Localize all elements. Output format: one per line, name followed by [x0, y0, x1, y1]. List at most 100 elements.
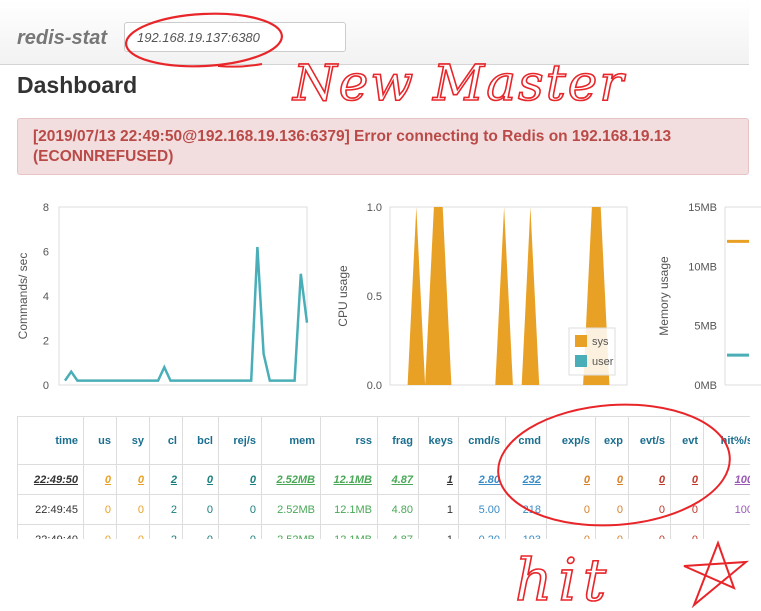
table-cell: 0 — [116, 494, 150, 525]
column-header-14[interactable]: evt/s — [628, 417, 671, 465]
table-cell: 0 — [83, 524, 117, 539]
y-axis-label: CPU usage — [336, 265, 350, 327]
page-title: Dashboard — [17, 72, 138, 98]
table-cell[interactable]: 0 — [546, 464, 596, 495]
column-header-7[interactable]: rss — [320, 417, 378, 465]
table-cell: 0 — [670, 524, 704, 539]
table-cell[interactable]: 0 — [116, 464, 150, 495]
stats-table: time us sy cl bcl rej/s mem rss frag keys cmd/s cmd… — [18, 417, 750, 539]
table-row: 22:49:40002002.52MB12.1MB4.8710.20193000… — [18, 524, 750, 539]
table-cell: 0 — [83, 494, 117, 525]
y-tick-label: 8 — [43, 202, 49, 214]
legend-swatch-user — [575, 355, 587, 367]
table-cell[interactable]: 100 — [703, 464, 750, 495]
table-cell[interactable]: 0 — [218, 464, 262, 495]
table-cell: 0 — [116, 524, 150, 539]
table-cell: 0 — [182, 494, 219, 525]
y-tick-label: 2 — [43, 336, 49, 348]
table-cell: 0 — [218, 524, 262, 539]
table-cell: 22:49:45 — [18, 494, 84, 525]
table-cell[interactable]: 0 — [83, 464, 117, 495]
navbar: redis-stat — [0, 0, 749, 65]
table-cell[interactable]: 22:49:50 — [18, 464, 84, 495]
column-header-4[interactable]: bcl — [182, 417, 219, 465]
table-row[interactable]: 22:49:50 0 0 2 0 0 2.52MB 12.1MB 4.87 1 2.80 232 0 0 0… — [18, 464, 750, 495]
column-header-3[interactable]: cl — [149, 417, 183, 465]
commands-line — [63, 246, 309, 382]
y-tick-label: 0MB — [694, 380, 717, 392]
table-cell: 4.87 — [377, 524, 419, 539]
legend-swatch-sys — [575, 335, 587, 347]
y-tick-label: 5MB — [694, 321, 717, 333]
column-header-1[interactable]: us — [83, 417, 117, 465]
annotation-star-icon — [683, 540, 750, 609]
cpu-usage-chart: CPU usage 0.0 0.5 1.0 sys user — [336, 202, 628, 392]
column-header-16[interactable]: hit%/s — [703, 417, 750, 465]
table-cell[interactable]: 0 — [595, 464, 629, 495]
column-header-12[interactable]: exp/s — [546, 417, 596, 465]
table-cell: 2.52MB — [261, 524, 321, 539]
legend-label-user: user — [592, 356, 614, 368]
table-cell: 4.80 — [377, 494, 419, 525]
table-cell: 100 — [703, 494, 750, 525]
table-cell: 0 — [218, 494, 262, 525]
table-cell: 0 — [670, 494, 704, 525]
column-header-10[interactable]: cmd/s — [458, 417, 506, 465]
host-select-input[interactable] — [124, 22, 346, 52]
y-tick-label: 1.0 — [367, 202, 382, 214]
table-cell: 0 — [628, 524, 671, 539]
table-cell[interactable]: 0 — [670, 464, 704, 495]
table-cell[interactable]: 0 — [628, 464, 671, 495]
chart-legend: sys user — [568, 327, 616, 376]
table-cell: 2 — [149, 494, 183, 525]
column-header-11[interactable]: cmd — [505, 417, 547, 465]
table-cell: 2.52MB — [261, 494, 321, 525]
alert-line-2: (ECONNREFUSED) — [33, 148, 174, 165]
stats-table-container: time us sy cl bcl rej/s mem rss frag keys cmd/s cmd… — [17, 416, 750, 539]
column-header-5[interactable]: rej/s — [218, 417, 262, 465]
error-alert: [2019/07/13 22:49:50@192.168.19.136:6379… — [17, 118, 749, 175]
y-tick-label: 4 — [43, 291, 49, 303]
table-cell[interactable]: 2.80 — [458, 464, 506, 495]
table-cell: 193 — [505, 524, 547, 539]
table-cell: 0 — [595, 524, 629, 539]
table-cell[interactable]: 12.1MB — [320, 464, 378, 495]
table-cell: 218 — [505, 494, 547, 525]
y-tick-label: 10MB — [688, 261, 717, 273]
table-cell: 5.00 — [458, 494, 506, 525]
y-tick-label: 0.5 — [367, 291, 382, 303]
table-cell[interactable]: 232 — [505, 464, 547, 495]
table-cell: 2 — [149, 524, 183, 539]
column-header-8[interactable]: frag — [377, 417, 419, 465]
memory-usage-chart: Memory usage 0MB 5MB 10MB 15MB — [657, 202, 761, 392]
table-cell[interactable]: 2.52MB — [261, 464, 321, 495]
brand-logo[interactable]: redis-stat — [17, 27, 107, 50]
table-cell: 0.20 — [458, 524, 506, 539]
y-tick-label: 6 — [43, 247, 49, 259]
table-cell: 12.1MB — [320, 524, 378, 539]
y-axis-label: Commands/ sec — [16, 253, 30, 340]
table-cell[interactable]: 2 — [149, 464, 183, 495]
y-tick-label: 0 — [43, 380, 49, 392]
column-header-15[interactable]: evt — [670, 417, 704, 465]
commands-chart: Commands/ sec 0 2 4 6 8 — [16, 202, 309, 392]
table-row: 22:49:45 0 0 2 0 0 2.52MB 12.1MB 4.80 1 5.00 218 0 0 0… — [18, 494, 750, 525]
table-cell[interactable]: 4.87 — [377, 464, 419, 495]
plot-frame — [58, 206, 308, 386]
table-cell: 22:49:40 — [18, 524, 84, 539]
table-cell: 0 — [595, 494, 629, 525]
column-header-13[interactable]: exp — [595, 417, 629, 465]
alert-line-1: [2019/07/13 22:49:50@192.168.19.136:6379… — [33, 128, 672, 145]
table-cell[interactable]: 0 — [182, 464, 219, 495]
table-cell[interactable]: 1 — [418, 464, 459, 495]
table-cell: 1 — [418, 494, 459, 525]
column-header-2[interactable]: sy — [116, 417, 150, 465]
table-cell: 0 — [546, 524, 596, 539]
table-cell: 0 — [546, 494, 596, 525]
y-tick-label: 15MB — [688, 202, 717, 214]
table-cell: 0 — [628, 494, 671, 525]
column-header-6[interactable]: mem — [261, 417, 321, 465]
column-header-9[interactable]: keys — [418, 417, 459, 465]
column-header-0[interactable]: time — [18, 417, 84, 465]
annotation-hit: hit — [515, 546, 612, 611]
